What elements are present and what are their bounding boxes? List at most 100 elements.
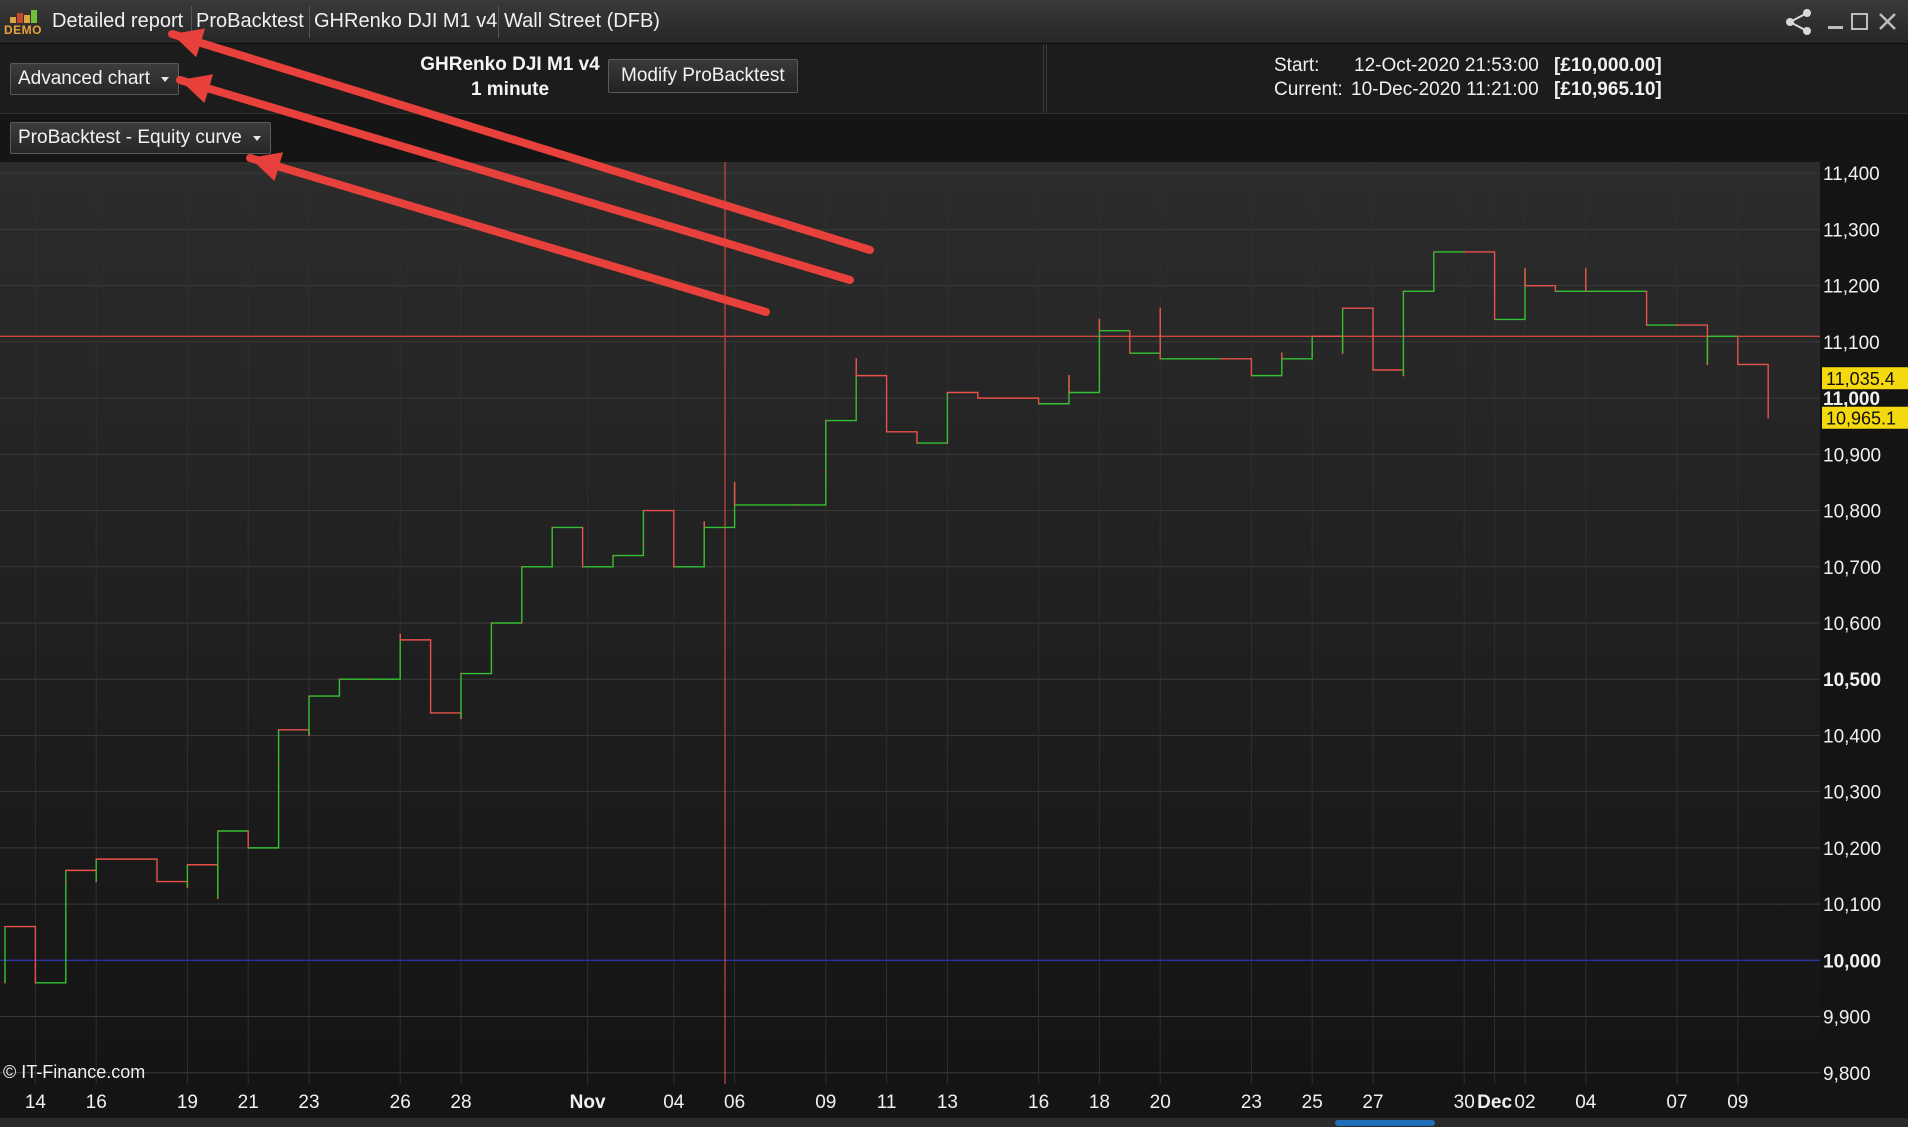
- y-tick-label: 11,400: [1823, 164, 1880, 185]
- equity-point: [1645, 324, 1648, 326]
- equity-point: [1706, 335, 1709, 338]
- y-tick-label: 10,800: [1823, 502, 1881, 523]
- equity-point: [1311, 335, 1313, 338]
- x-tick-label: 23: [298, 1092, 319, 1113]
- equity-point: [429, 712, 432, 714]
- y-tick-label: 11,300: [1823, 220, 1880, 241]
- x-tick-label: 16: [1028, 1092, 1049, 1113]
- equity-point: [1767, 402, 1769, 405]
- equity-point: [794, 504, 797, 506]
- y-tick-label: 10,100: [1823, 895, 1881, 916]
- x-tick-label: 28: [450, 1092, 471, 1113]
- equity-point: [581, 526, 584, 529]
- equity-point: [673, 565, 675, 568]
- y-tick-label: 10,600: [1823, 614, 1881, 635]
- equity-point: [490, 622, 493, 624]
- price-tag-label: 10,965.1: [1826, 409, 1896, 429]
- equity-point: [217, 897, 219, 900]
- equity-point: [95, 858, 97, 860]
- equity-point: [885, 431, 888, 433]
- equity-point: [217, 830, 219, 832]
- equity-point: [1159, 307, 1161, 309]
- equity-point: [1493, 318, 1496, 321]
- equity-point: [1767, 416, 1769, 419]
- equity-point: [247, 847, 249, 849]
- x-tick-label: 07: [1666, 1092, 1687, 1113]
- equity-point: [1129, 352, 1131, 354]
- equity-point: [1281, 352, 1283, 354]
- equity-point: [308, 695, 310, 697]
- equity-point: [247, 830, 249, 832]
- equity-point: [1585, 268, 1587, 270]
- equity-point: [1524, 268, 1526, 270]
- equity-point: [946, 442, 949, 444]
- equity-point: [1220, 357, 1222, 360]
- equity-point: [916, 442, 918, 444]
- x-tick-label: 04: [1575, 1092, 1597, 1113]
- equity-point: [733, 504, 736, 506]
- equity-point: [703, 526, 705, 529]
- y-tick-label: 10,400: [1823, 726, 1881, 747]
- equity-point: [1159, 357, 1161, 360]
- equity-point: [369, 678, 371, 681]
- y-tick-label: 10,000: [1823, 951, 1881, 972]
- x-tick-label: 18: [1089, 1092, 1110, 1113]
- y-tick-label: 10,500: [1823, 670, 1881, 691]
- x-tick-label: 23: [1241, 1092, 1262, 1113]
- equity-point: [399, 633, 402, 636]
- x-tick-label: Dec: [1477, 1092, 1512, 1113]
- equity-point: [277, 729, 280, 731]
- equity-point: [1068, 391, 1070, 394]
- x-tick-label: 02: [1514, 1092, 1535, 1113]
- equity-chart[interactable]: 9,800 9,900 10,000 10,100 10,200 10,300 10,400…: [0, 0, 1908, 1127]
- equity-point: [1433, 251, 1435, 253]
- y-tick-label: 10,700: [1823, 558, 1881, 579]
- equity-point: [4, 982, 6, 984]
- equity-point: [1737, 363, 1739, 366]
- equity-point: [551, 526, 553, 529]
- x-tick-label: 09: [815, 1092, 836, 1113]
- equity-point: [65, 869, 67, 872]
- x-tick-label: 27: [1362, 1092, 1383, 1113]
- equity-point: [612, 554, 614, 557]
- y-tick-label: 11,200: [1823, 277, 1880, 298]
- horizontal-scrollbar[interactable]: [0, 1118, 1908, 1127]
- equity-point: [95, 880, 97, 883]
- x-tick-label: 13: [937, 1092, 958, 1113]
- equity-point: [581, 565, 584, 568]
- y-tick-label: 10,900: [1823, 445, 1881, 466]
- equity-point: [429, 644, 432, 647]
- equity-point: [642, 543, 645, 546]
- equity-point: [1524, 284, 1526, 287]
- equity-point: [1098, 329, 1101, 332]
- equity-point: [1372, 369, 1374, 371]
- scrollbar-thumb[interactable]: [1335, 1120, 1435, 1126]
- equity-point: [1281, 357, 1283, 360]
- equity-point: [1585, 290, 1587, 293]
- equity-point: [733, 481, 736, 484]
- equity-point: [946, 391, 949, 394]
- equity-point: [460, 672, 462, 675]
- equity-point: [642, 509, 645, 512]
- equity-point: [1341, 352, 1344, 354]
- y-tick-label: 9,900: [1823, 1008, 1871, 1029]
- equity-point: [825, 470, 827, 473]
- equity-point: [186, 886, 189, 889]
- equity-point: [1068, 374, 1070, 377]
- price-tag-label: 11,035.4: [1826, 369, 1895, 389]
- equity-point: [277, 762, 280, 765]
- x-tick-label: 20: [1150, 1092, 1171, 1113]
- x-tick-label: 14: [25, 1092, 47, 1113]
- x-tick-label: 04: [663, 1092, 685, 1113]
- y-tick-label: 9,800: [1823, 1064, 1871, 1085]
- equity-point: [1037, 402, 1040, 405]
- equity-point: [1554, 290, 1557, 293]
- equity-point: [1402, 374, 1405, 377]
- equity-point: [34, 965, 37, 967]
- equity-point: [4, 925, 6, 928]
- equity-point: [1341, 307, 1344, 309]
- equity-point: [1737, 335, 1739, 338]
- equity-point: [1129, 329, 1131, 332]
- equity-point: [1676, 324, 1678, 326]
- copyright: © IT-Finance.com: [3, 1062, 146, 1082]
